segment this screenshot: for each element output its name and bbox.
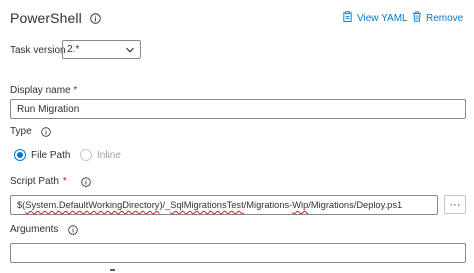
display-name-value: Run Migration <box>17 103 80 115</box>
radio-inline[interactable]: Inline <box>80 149 121 161</box>
script-path-value: $(System.DefaultWorkingDirectory)/_SqlMi… <box>17 200 402 210</box>
script-path-input[interactable]: $(System.DefaultWorkingDirectory)/_SqlMi… <box>10 195 438 215</box>
task-version-dropdown[interactable]: 2.* <box>62 40 141 59</box>
type-label: Type <box>10 126 51 137</box>
trash-icon <box>412 11 422 25</box>
view-yaml-label: View YAML <box>357 12 408 24</box>
display-name-input[interactable]: Run Migration <box>10 99 466 119</box>
resize-handle[interactable] <box>110 269 115 271</box>
task-title: PowerShell <box>10 10 82 26</box>
chevron-down-icon <box>125 45 135 58</box>
required-marker: * <box>73 85 78 96</box>
info-icon[interactable] <box>90 12 101 24</box>
remove-link[interactable]: Remove <box>412 11 463 25</box>
page-title: PowerShell <box>10 10 101 26</box>
view-yaml-link[interactable]: View YAML <box>342 11 408 25</box>
arguments-label: Arguments <box>10 224 79 235</box>
script-path-part-misspelled: SqlMigrationsTest <box>170 200 244 210</box>
radio-checked-icon <box>14 149 26 161</box>
type-label-text: Type <box>10 126 32 137</box>
radio-unchecked-icon <box>80 149 92 161</box>
task-version-value: 2.* <box>67 44 80 55</box>
script-path-label: Script Path * <box>10 176 91 187</box>
arguments-input[interactable] <box>10 243 466 263</box>
browse-button[interactable]: ··· <box>444 195 466 214</box>
task-version-label: Task version <box>10 45 66 56</box>
script-path-part: /Migrations- <box>243 200 293 210</box>
remove-label: Remove <box>426 12 464 24</box>
radio-file-path[interactable]: File Path <box>14 149 70 161</box>
script-path-part-misspelled: System.DefaultWorkingDirectory <box>25 200 160 210</box>
info-icon[interactable] <box>68 224 79 235</box>
display-name-label-text: Display name <box>10 85 71 96</box>
radio-file-path-label: File Path <box>31 149 71 161</box>
info-icon[interactable] <box>81 176 91 187</box>
ellipsis-icon: ··· <box>449 198 461 211</box>
script-path-part-misspelled: Wip <box>292 200 309 210</box>
script-path-part: /Migrations/Deploy.ps1 <box>308 200 403 210</box>
script-path-part: )/_ <box>159 200 171 210</box>
display-name-label: Display name * <box>10 85 77 96</box>
clipboard-icon <box>342 11 353 25</box>
arguments-label-text: Arguments <box>10 224 59 235</box>
script-path-label-text: Script Path <box>10 176 59 187</box>
required-marker: * <box>62 176 67 187</box>
radio-inline-label: Inline <box>97 149 121 161</box>
info-icon[interactable] <box>40 126 51 137</box>
